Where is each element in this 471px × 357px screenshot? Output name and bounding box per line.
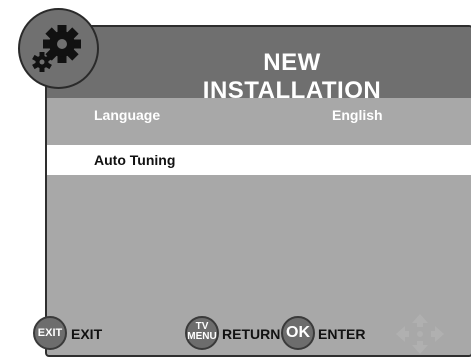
tv-menu-button[interactable]: TV MENU — [185, 316, 219, 350]
enter-label: ENTER — [318, 326, 366, 342]
menu-item-language[interactable]: Language English — [47, 100, 471, 130]
exit-label: EXIT — [71, 326, 103, 342]
ok-button-text: OK — [286, 324, 310, 341]
menu-item-value: English — [332, 107, 383, 123]
menu-title: NEW INSTALLATION — [202, 49, 382, 104]
return-label: RETURN — [222, 326, 281, 342]
exit-button-text: EXIT — [37, 327, 63, 339]
menu-item-auto-tuning[interactable]: Auto Tuning — [47, 145, 471, 175]
gear-icon — [32, 25, 81, 72]
dpad-arrows-icon — [396, 314, 444, 354]
tv-menu-button-text-line1: TV — [195, 321, 209, 332]
menu-item-label: Language — [94, 107, 161, 123]
menu-item-label: Auto Tuning — [94, 152, 176, 168]
exit-button[interactable]: EXIT — [33, 316, 67, 350]
button-legend: EXIT EXIT TV MENU RETURN OK ENTER — [33, 307, 471, 356]
ok-button[interactable]: OK — [281, 316, 315, 350]
tv-menu-button-text-line2: MENU — [187, 331, 217, 342]
settings-badge — [18, 8, 99, 89]
menu-header: NEW INSTALLATION — [47, 27, 471, 104]
